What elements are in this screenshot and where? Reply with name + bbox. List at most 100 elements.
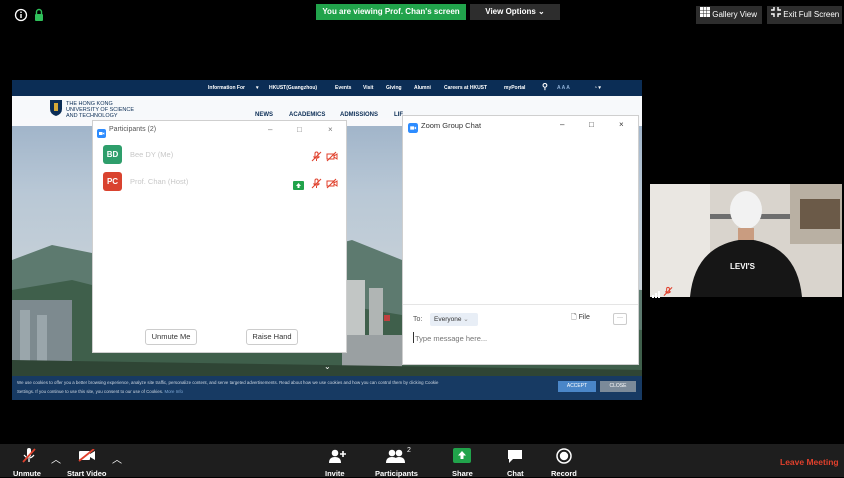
hkust-logo-icon (50, 100, 62, 121)
avatar: BD (103, 145, 122, 164)
file-button[interactable]: 🗋 File (571, 313, 590, 324)
hkust-logo-text: THE HONG KONG UNIVERSITY OF SCIENCE AND … (66, 101, 134, 119)
muted-mic-icon (663, 284, 673, 302)
gallery-view-label: Gallery View (712, 10, 757, 20)
menu-admissions[interactable]: ADMISSIONS (340, 112, 378, 118)
screen-share-icon (293, 177, 304, 195)
maximize-icon[interactable]: □ (589, 120, 594, 129)
search-icon[interactable]: ⚲ (542, 82, 548, 91)
record-icon (556, 448, 572, 469)
menu-academics[interactable]: ACADEMICS (289, 112, 325, 118)
accept-cookies-button[interactable]: ACCEPT (558, 381, 596, 392)
close-cookies-button[interactable]: CLOSE (600, 381, 636, 392)
cookie-text-line-2-text: Settings. If you continue to use this si… (17, 389, 164, 394)
chat-icon (507, 449, 523, 469)
share-screen-button[interactable]: Share (448, 444, 476, 478)
nav-myportal[interactable]: myPortal (504, 85, 525, 91)
view-options-button[interactable]: View Options ⌄ (470, 4, 560, 20)
nav-visit[interactable]: Visit (363, 85, 373, 91)
font-size-controls[interactable]: A A A (557, 85, 570, 91)
audio-options-chevron-up-icon[interactable]: ︿ (51, 451, 61, 466)
zoom-logo-icon (97, 125, 106, 143)
exit-full-screen-icon (771, 6, 781, 24)
muted-mic-icon (311, 176, 322, 194)
avatar: PC (103, 172, 122, 191)
unmute-button[interactable]: Unmute (8, 444, 48, 478)
file-label: File (578, 314, 590, 321)
participants-title: Participants (2) (109, 126, 157, 133)
divider (403, 304, 638, 305)
video-off-icon (78, 448, 96, 467)
grid-icon (700, 6, 710, 24)
participant-name: Prof. Chan (Host) (130, 177, 189, 186)
close-icon[interactable]: × (619, 120, 624, 129)
start-video-button[interactable]: Start Video (64, 444, 110, 478)
close-icon[interactable]: × (328, 125, 333, 134)
participants-button[interactable]: 2 Participants (373, 444, 421, 478)
view-options-label: View Options (485, 7, 536, 16)
recipient-value: Everyone (434, 316, 462, 323)
chat-message-input[interactable] (415, 330, 625, 346)
video-options-chevron-up-icon[interactable]: ︿ (112, 451, 122, 466)
exit-full-screen-label: Exit Full Screen (783, 10, 840, 20)
logo-line-3: AND TECHNOLOGY (66, 113, 118, 119)
participant-row[interactable]: PC Prof. Chan (Host) (103, 172, 338, 192)
cookie-more-info-link[interactable]: More Info (164, 389, 183, 394)
file-icon: 🗋 (571, 314, 577, 321)
chevron-down-icon: ⌄ (535, 7, 545, 16)
language-icon[interactable]: ◔ ▾ (594, 85, 601, 91)
video-off-icon (326, 149, 338, 167)
add-person-icon (328, 449, 346, 468)
zoom-logo-icon (408, 120, 418, 138)
maximize-icon[interactable]: □ (297, 125, 302, 134)
leave-meeting-button[interactable]: Leave Meeting (780, 457, 839, 467)
scroll-down-icon[interactable]: ⌄ (324, 362, 331, 371)
chat-panel: Zoom Group Chat – □ × To: Everyone ⌄ 🗋 F… (402, 115, 639, 365)
video-off-icon (326, 176, 338, 194)
unmute-me-button[interactable]: Unmute Me (145, 329, 197, 345)
nav-information-for[interactable]: Information For (208, 85, 245, 91)
record-button[interactable]: Record (548, 444, 580, 478)
cookie-text-line-2: Settings. If you continue to use this si… (17, 389, 183, 394)
gallery-view-button[interactable]: Gallery View (696, 6, 762, 24)
cookie-banner: We use cookies to offer you a better bro… (12, 376, 642, 400)
invite-button[interactable]: Invite (322, 444, 352, 478)
meeting-toolbar: Unmute ︿ Start Video ︿ Invite 2 Particip… (0, 444, 844, 478)
nav-alumni[interactable]: Alumni (414, 85, 431, 91)
lock-icon[interactable] (32, 8, 46, 22)
participant-row[interactable]: BD Bee DY (Me) (103, 145, 338, 165)
participants-panel: Participants (2) – □ × BD Bee DY (Me) PC… (92, 120, 347, 353)
nav-giving[interactable]: Giving (386, 85, 402, 91)
muted-mic-icon (311, 149, 322, 167)
more-options-button[interactable]: ··· (613, 313, 627, 325)
website-top-nav: Information For ▾ HKUST(Guangzhou) Event… (12, 80, 642, 96)
viewing-screen-banner: You are viewing Prof. Chan's screen (316, 4, 466, 20)
nav-events[interactable]: Events (335, 85, 351, 91)
top-bar: You are viewing Prof. Chan's screen View… (0, 0, 844, 30)
participant-video-tile[interactable]: LEVI'S (650, 184, 842, 297)
cookie-text-line-1: We use cookies to offer you a better bro… (17, 380, 439, 385)
muted-mic-icon (22, 447, 36, 469)
to-label: To: (413, 316, 423, 323)
exit-full-screen-button[interactable]: Exit Full Screen (767, 6, 842, 24)
menu-news[interactable]: NEWS (255, 112, 273, 118)
participant-video (650, 184, 842, 297)
participant-name: Bee DY (Me) (130, 150, 174, 159)
chevron-down-icon: ⌄ (463, 316, 469, 323)
recipient-select[interactable]: Everyone ⌄ (430, 313, 478, 326)
chat-button[interactable]: Chat (500, 444, 530, 478)
info-icon[interactable] (14, 8, 28, 22)
participants-icon (386, 449, 406, 468)
nav-careers[interactable]: Careers at HKUST (444, 85, 487, 91)
signal-strength-icon (652, 285, 662, 303)
chat-title: Zoom Group Chat (421, 121, 482, 130)
minimize-icon[interactable]: – (560, 120, 564, 129)
chevron-down-icon: ▾ (256, 85, 259, 91)
raise-hand-button[interactable]: Raise Hand (246, 329, 298, 345)
text-cursor (413, 332, 414, 343)
shirt-logo-text: LEVI'S (730, 262, 756, 271)
participants-count: 2 (407, 447, 411, 454)
nav-hkust-guangzhou[interactable]: HKUST(Guangzhou) (269, 85, 317, 91)
share-screen-icon (453, 448, 471, 468)
minimize-icon[interactable]: – (268, 125, 272, 134)
